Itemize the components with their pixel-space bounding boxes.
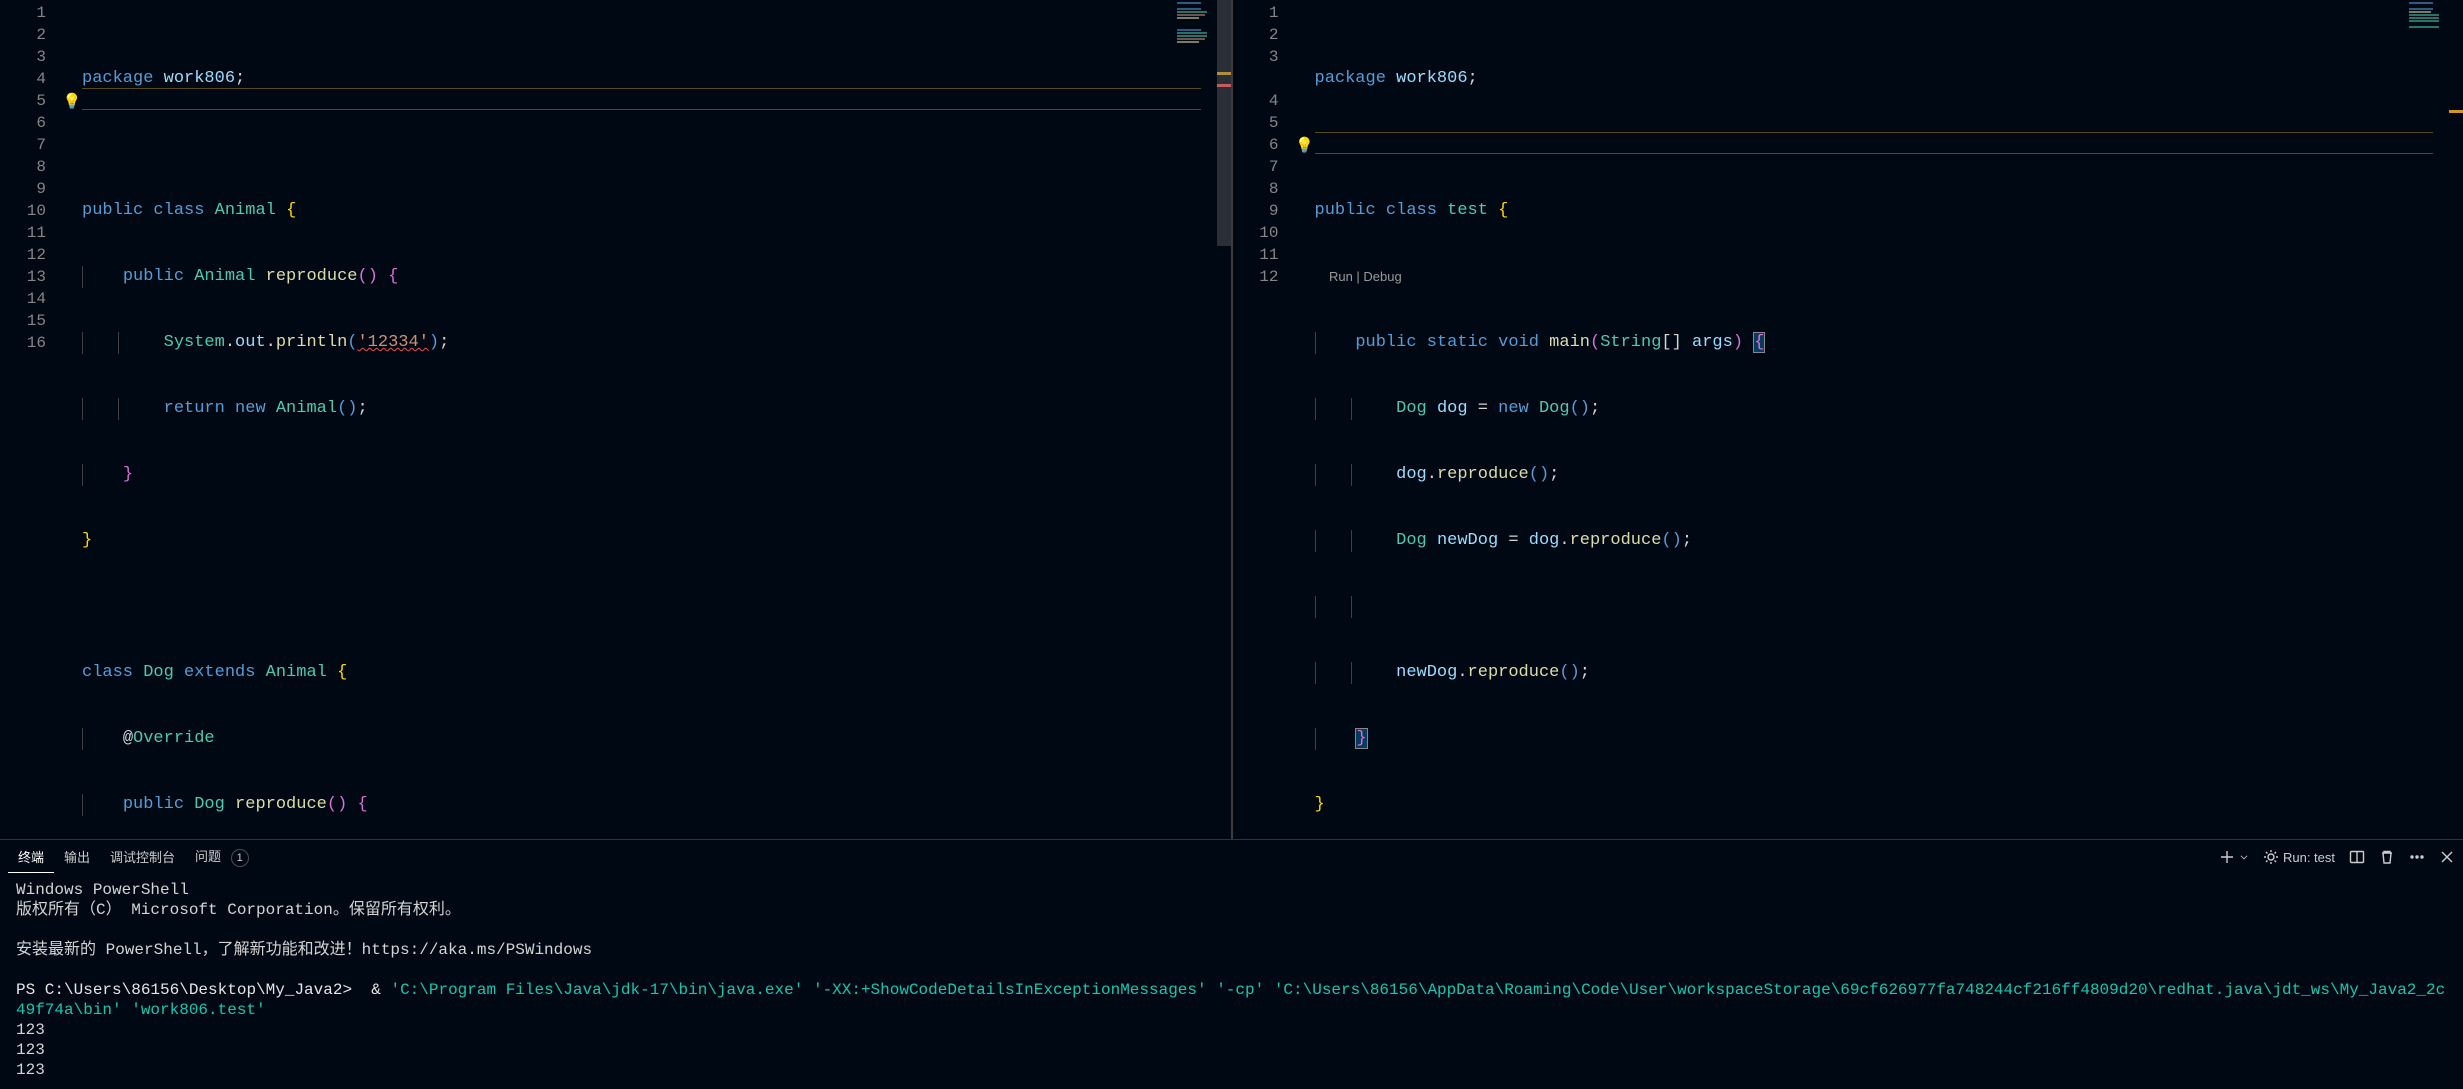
terminal-line: 123 — [16, 1021, 45, 1039]
new-terminal-button[interactable] — [2219, 849, 2249, 865]
scrollbar-left[interactable] — [1217, 0, 1231, 246]
minimap-right[interactable] — [2409, 2, 2449, 29]
terminal-line: 版权所有（C） Microsoft Corporation。保留所有权利。 — [16, 901, 461, 919]
kill-terminal-button[interactable] — [2379, 849, 2395, 865]
code-right[interactable]: package work806; public class test { Run… — [1315, 0, 2463, 839]
terminal-line: 123 — [16, 1061, 45, 1079]
tab-problems[interactable]: 问题 1 — [185, 840, 259, 874]
plus-icon — [2219, 849, 2235, 865]
tab-output[interactable]: 输出 — [54, 841, 100, 873]
panel-actions: Run: test — [2219, 849, 2455, 865]
lightbulb-icon[interactable]: 💡 — [63, 92, 82, 111]
ellipsis-icon — [2409, 849, 2425, 865]
terminal-line: 123 — [16, 1041, 45, 1059]
lightbulb-icon[interactable]: 💡 — [1295, 136, 1314, 155]
problems-count-badge: 1 — [231, 849, 249, 867]
line-gutter-right: 123 4567 891011 12 — [1233, 0, 1295, 839]
tab-debug-console[interactable]: 调试控制台 — [100, 841, 185, 873]
run-task-indicator[interactable]: Run: test — [2263, 849, 2335, 865]
codelens-run-debug[interactable]: Run | Debug — [1315, 266, 2463, 288]
split-icon — [2349, 849, 2365, 865]
line-gutter-left: 1234 5678 9101112 13141516 — [0, 0, 62, 839]
debug-icon — [2263, 849, 2279, 865]
tab-terminal[interactable]: 终端 — [8, 841, 54, 873]
editor-pane-right[interactable]: 123 4567 891011 12 💡 package work806; — [1233, 0, 2463, 839]
split-terminal-button[interactable] — [2349, 849, 2365, 865]
editor-pane-left[interactable]: 1234 5678 9101112 13141516 💡 package wor… — [0, 0, 1233, 839]
bottom-panel: 终端 输出 调试控制台 问题 1 Run: test — [0, 839, 2463, 1089]
chevron-down-icon — [2239, 852, 2249, 862]
terminal-output[interactable]: Windows PowerShell 版权所有（C） Microsoft Cor… — [0, 874, 2463, 1089]
terminal-line: Windows PowerShell — [16, 881, 189, 899]
panel-tabbar: 终端 输出 调试控制台 问题 1 Run: test — [0, 840, 2463, 874]
overview-ruler-right[interactable] — [2449, 0, 2463, 839]
trash-icon — [2379, 849, 2395, 865]
glyph-margin-right: 💡 — [1295, 0, 1315, 839]
glyph-margin-left: 💡 — [62, 0, 82, 839]
minimap-left[interactable] — [1177, 2, 1217, 44]
more-actions-button[interactable] — [2409, 849, 2425, 865]
terminal-line: 安装最新的 PowerShell，了解新功能和改进！https://aka.ms… — [16, 941, 592, 959]
code-left[interactable]: package work806; public class Animal { p… — [82, 0, 1231, 839]
workspace: 1234 5678 9101112 13141516 💡 package wor… — [0, 0, 2463, 1089]
terminal-prompt: PS C:\Users\86156\Desktop\My_Java2> & — [16, 981, 390, 999]
close-icon — [2439, 849, 2455, 865]
editor-group: 1234 5678 9101112 13141516 💡 package wor… — [0, 0, 2463, 839]
close-panel-button[interactable] — [2439, 849, 2455, 865]
